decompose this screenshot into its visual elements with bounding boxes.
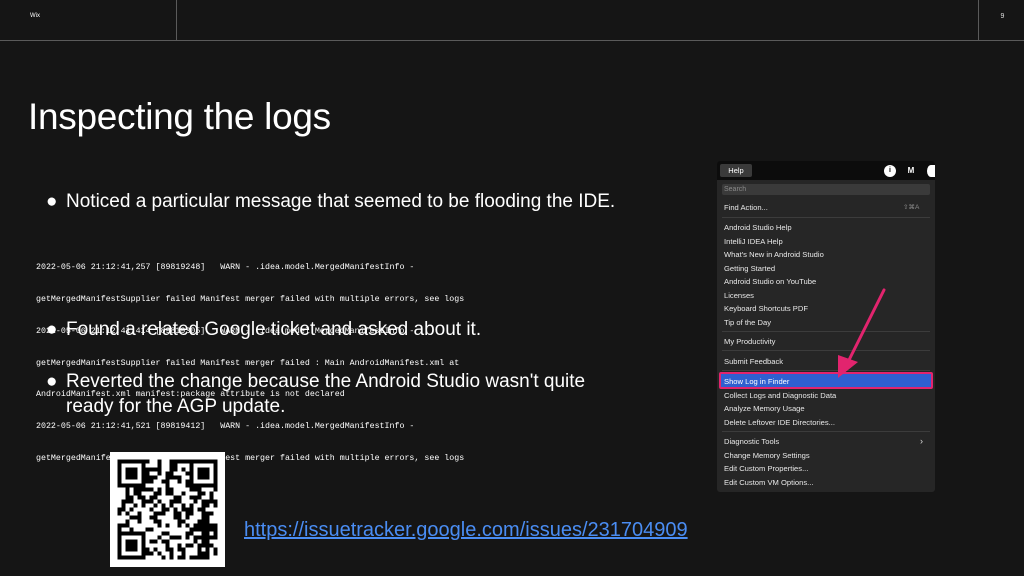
bullet-icon: ● bbox=[46, 371, 58, 392]
menu-separator bbox=[722, 331, 930, 332]
brand-logo: Wix bbox=[30, 13, 40, 19]
log-excerpt: 2022-05-06 21:12:41,257 [89819248] WARN … bbox=[36, 242, 464, 475]
header-separator bbox=[176, 0, 177, 40]
menu-item-submit-feedback[interactable]: Submit Feedback bbox=[724, 357, 783, 366]
issue-tracker-link[interactable]: https://issuetracker.google.com/issues/2… bbox=[244, 519, 688, 542]
menu-item[interactable]: What's New in Android Studio bbox=[724, 250, 824, 259]
bullet-text: Reverted the change because the Android … bbox=[66, 371, 586, 392]
menu-item[interactable]: Edit Custom VM Options... bbox=[724, 478, 813, 487]
menu-search-input[interactable]: Search bbox=[722, 184, 930, 195]
page-number: 9 bbox=[1000, 13, 1005, 20]
info-icon[interactable]: i bbox=[884, 165, 896, 177]
header-separator bbox=[978, 0, 979, 40]
menu-item[interactable]: Android Studio on YouTube bbox=[724, 277, 816, 286]
bullet-icon: ● bbox=[46, 319, 58, 340]
menu-item-find-action[interactable]: Find Action... bbox=[724, 203, 768, 212]
bullet-item: ● Reverted the change because the Androi… bbox=[46, 370, 686, 420]
menu-separator bbox=[722, 431, 930, 432]
menu-item[interactable]: Tip of the Day bbox=[724, 318, 771, 327]
qr-code-image bbox=[110, 452, 225, 567]
menu-item-diagnostic-tools[interactable]: Diagnostic Tools bbox=[724, 437, 779, 446]
menu-item[interactable]: IntelliJ IDEA Help bbox=[724, 237, 783, 246]
help-menu-title[interactable]: Help bbox=[720, 164, 752, 177]
menu-item[interactable]: Getting Started bbox=[724, 264, 775, 273]
header-divider bbox=[0, 40, 1024, 41]
help-menu-screenshot: Help i M Search Find Action... ⇧⌘A Andro… bbox=[717, 161, 935, 492]
log-line: 2022-05-06 21:12:41,257 [89819248] WARN … bbox=[36, 263, 415, 273]
menu-item[interactable]: Analyze Memory Usage bbox=[724, 404, 805, 413]
menu-item-my-productivity[interactable]: My Productivity bbox=[724, 337, 775, 346]
menu-bar: Help i M bbox=[717, 161, 935, 180]
menu-item[interactable]: Change Memory Settings bbox=[724, 451, 810, 460]
menu-item[interactable]: Keyboard Shortcuts PDF bbox=[724, 304, 808, 313]
chevron-right-icon: › bbox=[920, 436, 923, 446]
qr-code-icon bbox=[117, 459, 218, 560]
menu-separator bbox=[722, 217, 930, 218]
malwarebytes-icon[interactable]: M bbox=[905, 165, 917, 177]
log-line: getMergedManifestSupplier failed Manifes… bbox=[36, 294, 465, 304]
log-line: 2022-05-06 21:12:41,521 [89819412] WARN … bbox=[36, 422, 415, 432]
bullet-text: Found a related Google ticket and asked … bbox=[66, 319, 482, 340]
menu-separator bbox=[722, 350, 930, 351]
bullet-text: Noticed a particular message that seemed… bbox=[66, 191, 616, 212]
menu-item[interactable]: Licenses bbox=[724, 291, 754, 300]
status-icon[interactable] bbox=[927, 165, 935, 177]
menu-item[interactable]: Edit Custom Properties... bbox=[724, 464, 808, 473]
log-line: getMergedManifestSupplier failed Manifes… bbox=[36, 358, 460, 368]
menu-item[interactable]: Delete Leftover IDE Directories... bbox=[724, 418, 835, 427]
menu-item[interactable]: Collect Logs and Diagnostic Data bbox=[724, 391, 836, 400]
bullet-icon: ● bbox=[46, 191, 58, 212]
menu-separator bbox=[722, 370, 930, 371]
log-line: getMergedManifestSupplier failed Manifes… bbox=[36, 453, 465, 463]
slide-title: Inspecting the logs bbox=[28, 96, 331, 137]
highlight-box bbox=[719, 372, 933, 389]
menu-item[interactable]: Android Studio Help bbox=[724, 223, 792, 232]
shortcut-label: ⇧⌘A bbox=[903, 204, 920, 211]
bullet-text: ready for the AGP update. bbox=[66, 396, 286, 417]
